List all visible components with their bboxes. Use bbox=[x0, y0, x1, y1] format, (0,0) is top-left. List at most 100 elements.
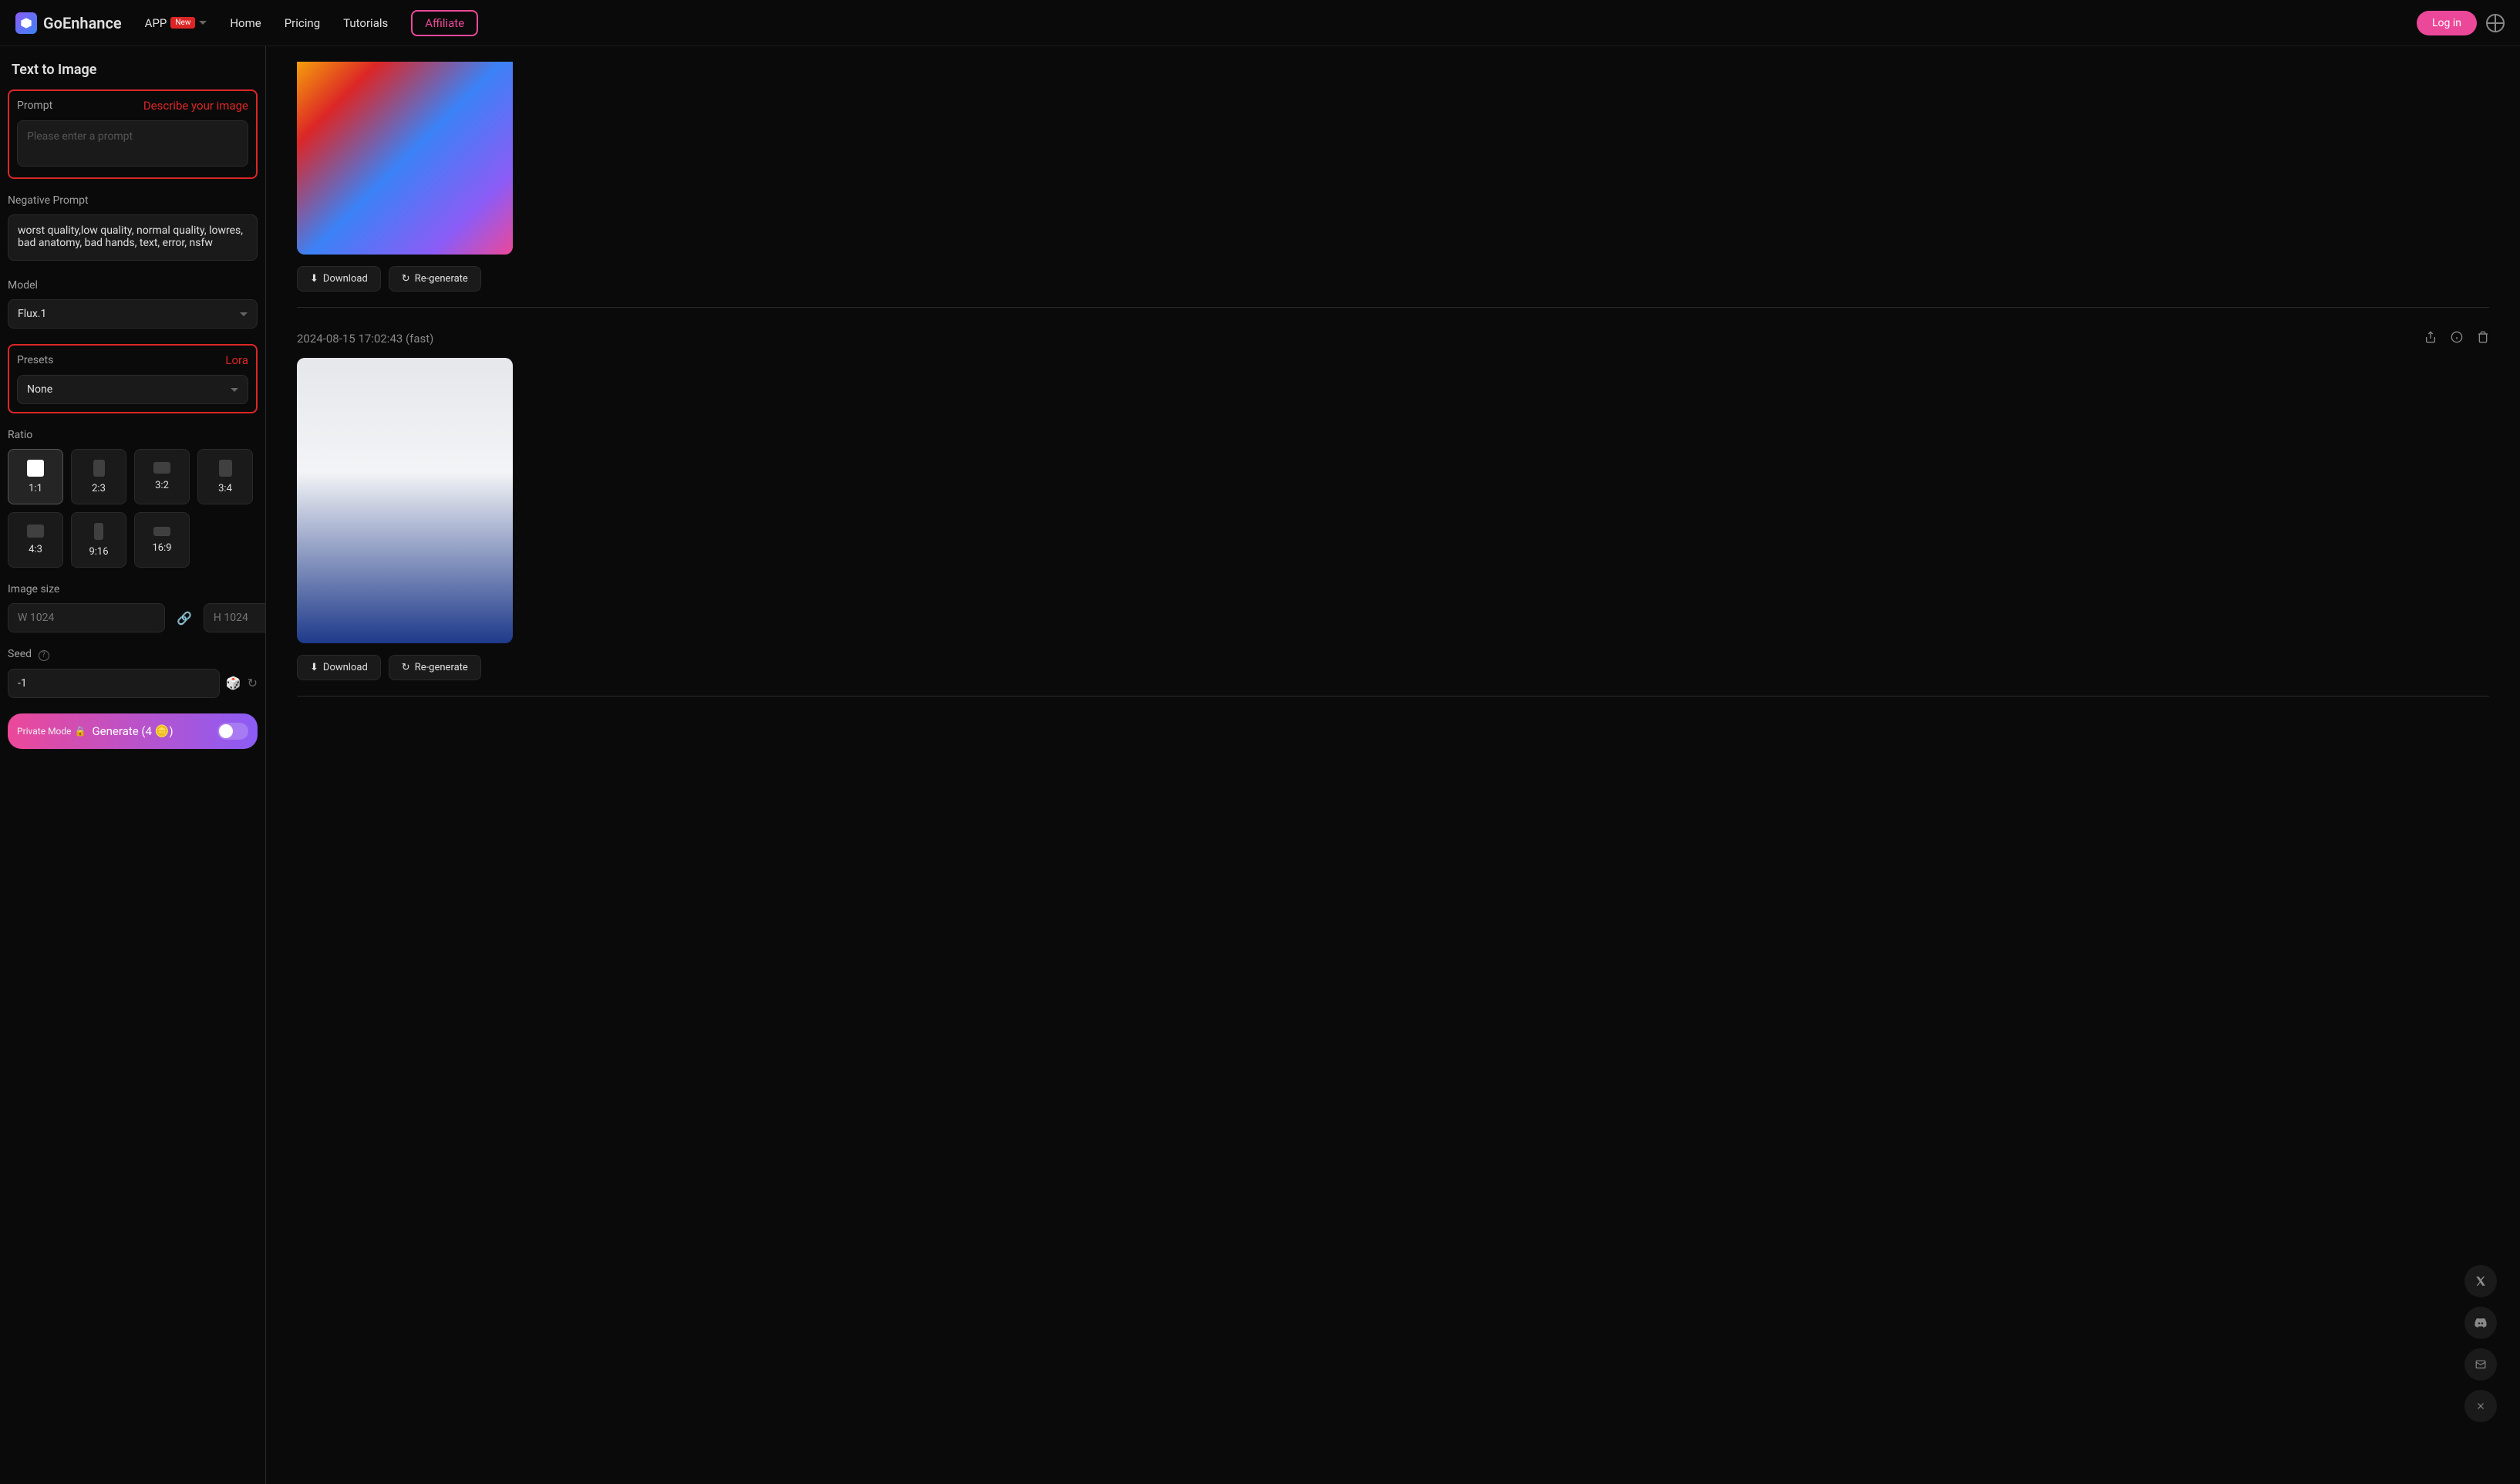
presets-callout: Lora bbox=[225, 353, 248, 367]
nav-app[interactable]: APP New bbox=[145, 16, 207, 30]
ratio-shape-icon bbox=[93, 460, 105, 477]
ratio-16-9[interactable]: 16:9 bbox=[134, 512, 190, 568]
refresh-icon: ↻ bbox=[402, 273, 410, 285]
close-button[interactable] bbox=[2464, 1390, 2497, 1422]
logo-icon bbox=[15, 12, 37, 34]
seed-input[interactable] bbox=[8, 669, 220, 698]
seed-group: Seed ? 🎲 ↻ bbox=[8, 648, 258, 698]
share-icon[interactable] bbox=[2424, 331, 2437, 346]
ratio-label-text: 4:3 bbox=[29, 544, 42, 555]
model-select[interactable]: Flux.1 bbox=[8, 299, 258, 329]
sidebar-title: Text to Image bbox=[8, 62, 258, 78]
nav-pricing[interactable]: Pricing bbox=[285, 16, 320, 30]
ratio-label-text: 16:9 bbox=[152, 542, 171, 554]
download-icon: ⬇ bbox=[310, 662, 318, 673]
regenerate-button[interactable]: ↻ Re-generate bbox=[389, 655, 481, 680]
width-input[interactable] bbox=[8, 603, 165, 632]
info-icon[interactable] bbox=[2451, 331, 2463, 346]
ratio-shape-icon bbox=[94, 523, 103, 540]
chevron-down-icon bbox=[231, 388, 238, 392]
refresh-icon: ↻ bbox=[402, 662, 410, 673]
presets-label: Presets bbox=[17, 354, 53, 366]
float-buttons bbox=[2464, 1265, 2497, 1422]
ratio-label-text: 3:2 bbox=[155, 480, 169, 491]
logo-text: GoEnhance bbox=[43, 14, 122, 32]
model-group: Model Flux.1 bbox=[8, 279, 258, 329]
chevron-down-icon bbox=[240, 312, 248, 316]
ratio-label: Ratio bbox=[8, 429, 32, 441]
download-icon: ⬇ bbox=[310, 273, 318, 285]
negative-prompt-input[interactable]: worst quality,low quality, normal qualit… bbox=[8, 214, 258, 261]
generated-image[interactable] bbox=[297, 358, 513, 643]
ratio-label-text: 1:1 bbox=[29, 483, 42, 494]
image-size-group: Image size 🔗 bbox=[8, 583, 258, 632]
ratio-3-4[interactable]: 3:4 bbox=[197, 449, 253, 504]
presets-value: None bbox=[27, 383, 52, 396]
image-size-label: Image size bbox=[8, 583, 59, 595]
generated-image[interactable] bbox=[297, 62, 513, 255]
model-value: Flux.1 bbox=[18, 308, 46, 320]
presets-group: Presets Lora None bbox=[8, 344, 258, 413]
nav-home[interactable]: Home bbox=[230, 16, 261, 30]
generate-button[interactable]: Private Mode 🔒 Generate (4 🪙) bbox=[8, 713, 258, 749]
download-button[interactable]: ⬇ Download bbox=[297, 655, 381, 680]
help-icon[interactable]: ? bbox=[39, 650, 49, 661]
logo[interactable]: GoEnhance bbox=[15, 12, 122, 34]
private-mode-label: Private Mode 🔒 bbox=[17, 726, 86, 737]
prompt-callout: Describe your image bbox=[143, 99, 248, 113]
dice-icon[interactable]: 🎲 bbox=[226, 676, 241, 690]
generation-timestamp: 2024-08-15 17:02:43 (fast) bbox=[297, 332, 433, 346]
x-social-button[interactable] bbox=[2464, 1265, 2497, 1297]
prompt-input[interactable] bbox=[17, 120, 248, 167]
ratio-shape-icon bbox=[27, 460, 44, 477]
ratio-label-text: 9:16 bbox=[89, 546, 108, 558]
nav-affiliate[interactable]: Affiliate bbox=[411, 10, 478, 36]
ratio-3-2[interactable]: 3:2 bbox=[134, 449, 190, 504]
ratio-label-text: 3:4 bbox=[218, 483, 232, 494]
sidebar: Text to Image Prompt Describe your image… bbox=[0, 46, 266, 1484]
content-area: ⬇ Download ↻ Re-generate 2024-08-15 17:0… bbox=[266, 46, 2520, 1484]
toggle-knob bbox=[219, 724, 233, 738]
download-label: Download bbox=[323, 662, 368, 673]
ratio-4-3[interactable]: 4:3 bbox=[8, 512, 63, 568]
negative-prompt-label: Negative Prompt bbox=[8, 194, 89, 207]
generate-label: Generate (4 🪙) bbox=[92, 724, 173, 738]
refresh-icon[interactable]: ↻ bbox=[248, 676, 258, 690]
generation-item: 2024-08-15 17:02:43 (fast) ⬇ bbox=[297, 331, 2489, 696]
lock-icon: 🔒 bbox=[75, 726, 86, 737]
negative-prompt-group: Negative Prompt worst quality,low qualit… bbox=[8, 194, 258, 264]
header: GoEnhance APP New Home Pricing Tutorials… bbox=[0, 0, 2520, 46]
discord-button[interactable] bbox=[2464, 1307, 2497, 1339]
chevron-down-icon bbox=[199, 21, 207, 25]
new-badge: New bbox=[170, 17, 195, 29]
ratio-group: Ratio 1:1 2:3 3:2 3:4 bbox=[8, 429, 258, 568]
login-button[interactable]: Log in bbox=[2417, 11, 2477, 35]
model-label: Model bbox=[8, 279, 38, 292]
ratio-1-1[interactable]: 1:1 bbox=[8, 449, 63, 504]
app-label: APP bbox=[145, 16, 167, 30]
ratio-shape-icon bbox=[153, 462, 170, 474]
ratio-label-text: 2:3 bbox=[92, 483, 106, 494]
seed-label: Seed ? bbox=[8, 648, 49, 661]
ratio-shape-icon bbox=[219, 460, 232, 477]
private-toggle[interactable] bbox=[217, 723, 248, 740]
ratio-shape-icon bbox=[153, 527, 170, 536]
ratio-9-16[interactable]: 9:16 bbox=[71, 512, 126, 568]
link-icon[interactable]: 🔗 bbox=[177, 611, 192, 626]
presets-select[interactable]: None bbox=[17, 375, 248, 404]
prompt-label: Prompt bbox=[17, 99, 52, 112]
prompt-group: Prompt Describe your image bbox=[8, 89, 258, 179]
ratio-shape-icon bbox=[27, 524, 44, 538]
download-label: Download bbox=[323, 273, 368, 285]
regenerate-label: Re-generate bbox=[415, 273, 468, 285]
mail-button[interactable] bbox=[2464, 1348, 2497, 1381]
nav-tutorials[interactable]: Tutorials bbox=[343, 16, 388, 30]
generation-item: ⬇ Download ↻ Re-generate bbox=[297, 62, 2489, 308]
delete-icon[interactable] bbox=[2477, 331, 2489, 346]
regenerate-button[interactable]: ↻ Re-generate bbox=[389, 266, 481, 292]
regenerate-label: Re-generate bbox=[415, 662, 468, 673]
globe-icon[interactable] bbox=[2486, 14, 2505, 32]
height-input[interactable] bbox=[204, 603, 266, 632]
ratio-2-3[interactable]: 2:3 bbox=[71, 449, 126, 504]
download-button[interactable]: ⬇ Download bbox=[297, 266, 381, 292]
